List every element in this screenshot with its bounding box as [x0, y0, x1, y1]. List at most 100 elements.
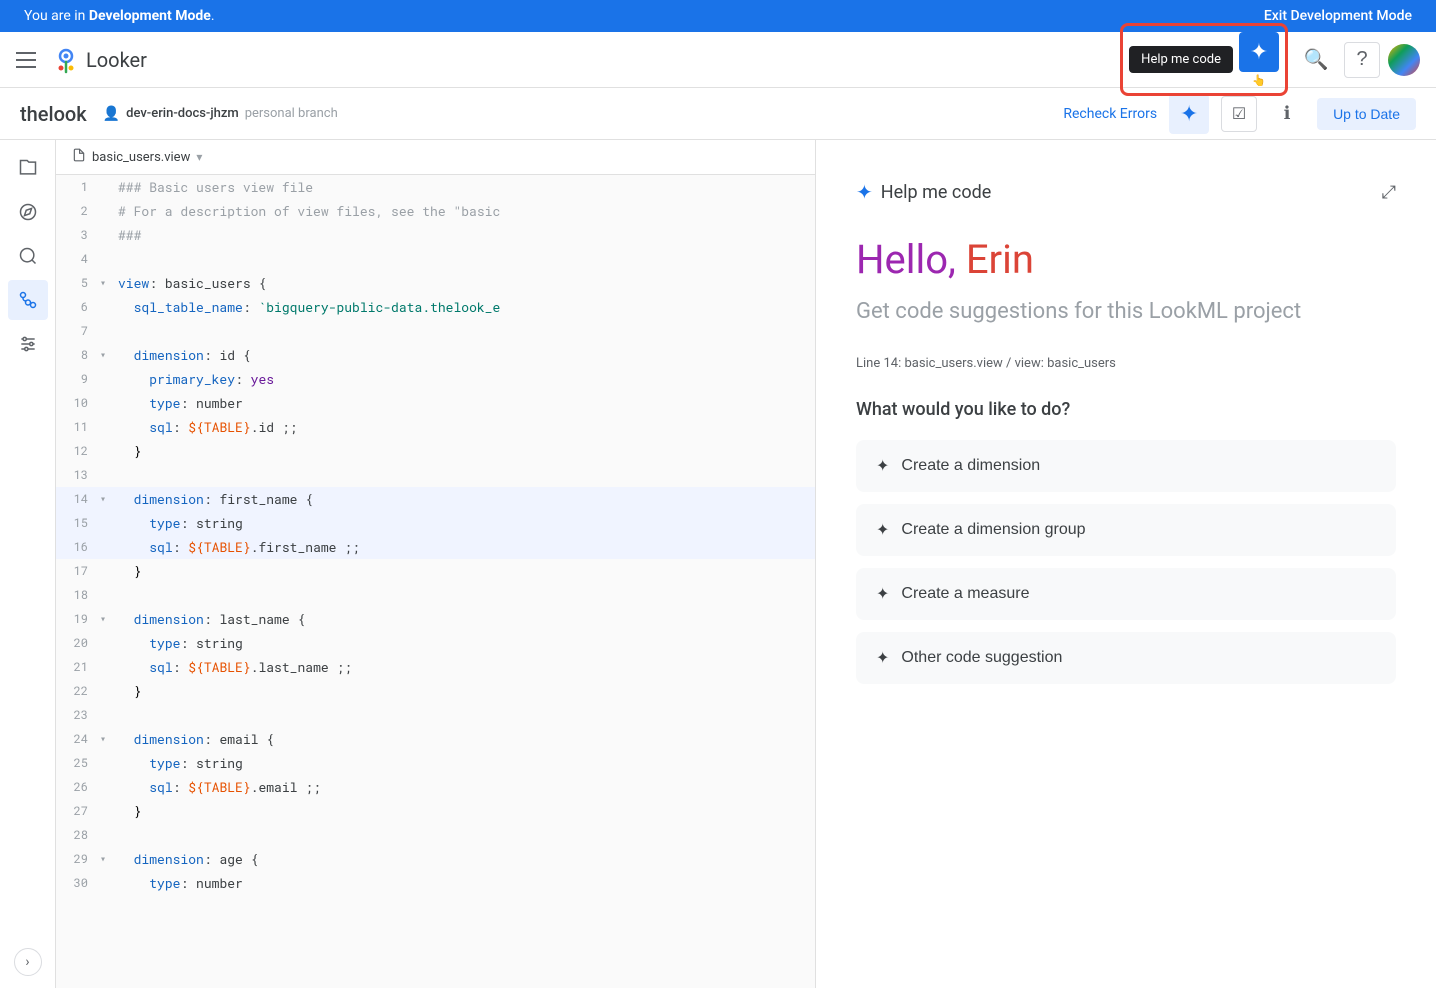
top-nav: Looker Help me code ✦ 👆 🔍 ? [0, 32, 1436, 88]
code-text: type: string [114, 512, 815, 534]
code-line: 18 [56, 583, 815, 607]
line-number: 22 [56, 680, 100, 702]
code-text: } [114, 800, 815, 822]
code-line: 11 sql: ${TABLE}.id ;; [56, 415, 815, 439]
code-line: 12 } [56, 439, 815, 463]
line-number: 17 [56, 560, 100, 582]
suggestion-btn-2[interactable]: ✦Create a measure [856, 568, 1396, 620]
code-text: sql: ${TABLE}.id ;; [114, 416, 815, 438]
line-arrow: ▾ [100, 728, 114, 750]
line-number: 18 [56, 584, 100, 606]
suggestion-label: Other code suggestion [901, 649, 1062, 667]
dev-banner-message: You are in Development Mode. [24, 8, 215, 24]
code-text: ### [114, 224, 815, 246]
code-line: 30 type: number [56, 871, 815, 895]
recheck-errors-link[interactable]: Recheck Errors [1063, 106, 1157, 122]
suggestion-btn-1[interactable]: ✦Create a dimension group [856, 504, 1396, 556]
code-text: sql: ${TABLE}.last_name ;; [114, 656, 815, 678]
suggestion-subtitle: Get code suggestions for this LookML pro… [856, 299, 1396, 324]
help-me-code-tooltip: Help me code [1129, 46, 1233, 73]
up-to-date-button[interactable]: Up to Date [1317, 98, 1416, 130]
code-text: sql: ${TABLE}.first_name ;; [114, 536, 815, 558]
line-number: 10 [56, 392, 100, 414]
panel-title: ✦ Help me code [856, 180, 991, 204]
line-number: 26 [56, 776, 100, 798]
code-text: type: number [114, 872, 815, 894]
line-number: 12 [56, 440, 100, 462]
sidebar-icon-explore[interactable] [8, 192, 48, 232]
line-number: 2 [56, 200, 100, 222]
line-number: 1 [56, 176, 100, 198]
suggestion-btn-0[interactable]: ✦Create a dimension [856, 440, 1396, 492]
avatar[interactable] [1388, 44, 1420, 76]
line-number: 5 [56, 272, 100, 294]
suggestion-label: Create a measure [901, 585, 1029, 603]
line-number: 25 [56, 752, 100, 774]
main-content: › basic_users.view ▾ 1 ### Basic users vi… [0, 140, 1436, 988]
help-me-code-sparkle-btn[interactable]: ✦ [1239, 32, 1279, 72]
code-text: # For a description of view files, see t… [114, 200, 815, 222]
logo-text: Looker [86, 48, 147, 72]
sidebar-icon-git[interactable] [8, 280, 48, 320]
editor-tab[interactable]: basic_users.view ▾ [56, 140, 815, 175]
hello-greeting: Hello, [856, 236, 966, 283]
sidebar-icons: › [0, 140, 56, 988]
code-text: dimension: age { [114, 848, 815, 870]
code-line: 19▾ dimension: last_name { [56, 607, 815, 631]
code-text: sql_table_name: `bigquery-public-data.th… [114, 296, 815, 318]
hello-name: Erin [966, 236, 1034, 283]
code-line: 10 type: number [56, 391, 815, 415]
looker-logo: Looker [52, 46, 147, 74]
sidebar-icon-files[interactable] [8, 148, 48, 188]
sidebar-icon-settings[interactable] [8, 324, 48, 364]
code-text: dimension: email { [114, 728, 815, 750]
code-line: 16 sql: ${TABLE}.first_name ;; [56, 535, 815, 559]
question-icon: ? [1356, 48, 1367, 71]
line-number: 28 [56, 824, 100, 846]
help-button[interactable]: ? [1344, 42, 1380, 78]
sub-nav-right: Recheck Errors ✦ ☑ ℹ Up to Date [1063, 94, 1416, 134]
code-text: primary_key: yes [114, 368, 815, 390]
code-line: 4 [56, 247, 815, 271]
info-button[interactable]: ℹ [1269, 96, 1305, 132]
code-line: 8▾ dimension: id { [56, 343, 815, 367]
line-number: 30 [56, 872, 100, 894]
expand-panel-btn[interactable]: › [14, 948, 42, 976]
btn-sparkle-icon: ✦ [876, 456, 889, 476]
branch-name: dev-erin-docs-jhzm [126, 106, 239, 121]
file-icon [72, 148, 86, 166]
line-number: 15 [56, 512, 100, 534]
code-text: dimension: first_name { [114, 488, 815, 510]
code-area[interactable]: 1 ### Basic users view file 2 # For a descr… [56, 175, 815, 988]
exit-dev-mode-link[interactable]: Exit Development Mode [1264, 8, 1412, 24]
branch-icon: 👤 [103, 106, 120, 122]
context-line: Line 14: basic_users.view / view: basic_… [856, 356, 1396, 371]
expand-panel-icon[interactable]: ⤢ [1382, 182, 1396, 203]
nav-right: Help me code ✦ 👆 🔍 ? [1120, 23, 1420, 96]
code-line: 27 } [56, 799, 815, 823]
code-text: ### Basic users view file [114, 176, 815, 198]
code-line: 9 primary_key: yes [56, 367, 815, 391]
code-line: 26 sql: ${TABLE}.email ;; [56, 775, 815, 799]
code-text: } [114, 440, 815, 462]
code-text: view: basic_users { [114, 272, 815, 294]
check-button[interactable]: ☑ [1221, 96, 1257, 132]
code-line: 5▾view: basic_users { [56, 271, 815, 295]
line-number: 24 [56, 728, 100, 750]
code-text: type: number [114, 392, 815, 414]
panel-title-text: Help me code [881, 182, 992, 203]
code-text: dimension: last_name { [114, 608, 815, 630]
line-number: 6 [56, 296, 100, 318]
search-button[interactable]: 🔍 [1296, 40, 1336, 80]
suggestion-btn-3[interactable]: ✦Other code suggestion [856, 632, 1396, 684]
code-line: 2 # For a description of view files, see … [56, 199, 815, 223]
line-number: 14 [56, 488, 100, 510]
project-name: thelook [20, 102, 87, 126]
ai-sparkle-btn[interactable]: ✦ [1169, 94, 1209, 134]
line-arrow: ▾ [100, 848, 114, 870]
line-number: 3 [56, 224, 100, 246]
sparkle-icon: ✦ [1250, 39, 1268, 65]
sidebar-icon-search[interactable] [8, 236, 48, 276]
line-number: 11 [56, 416, 100, 438]
hamburger-menu[interactable] [16, 48, 40, 72]
